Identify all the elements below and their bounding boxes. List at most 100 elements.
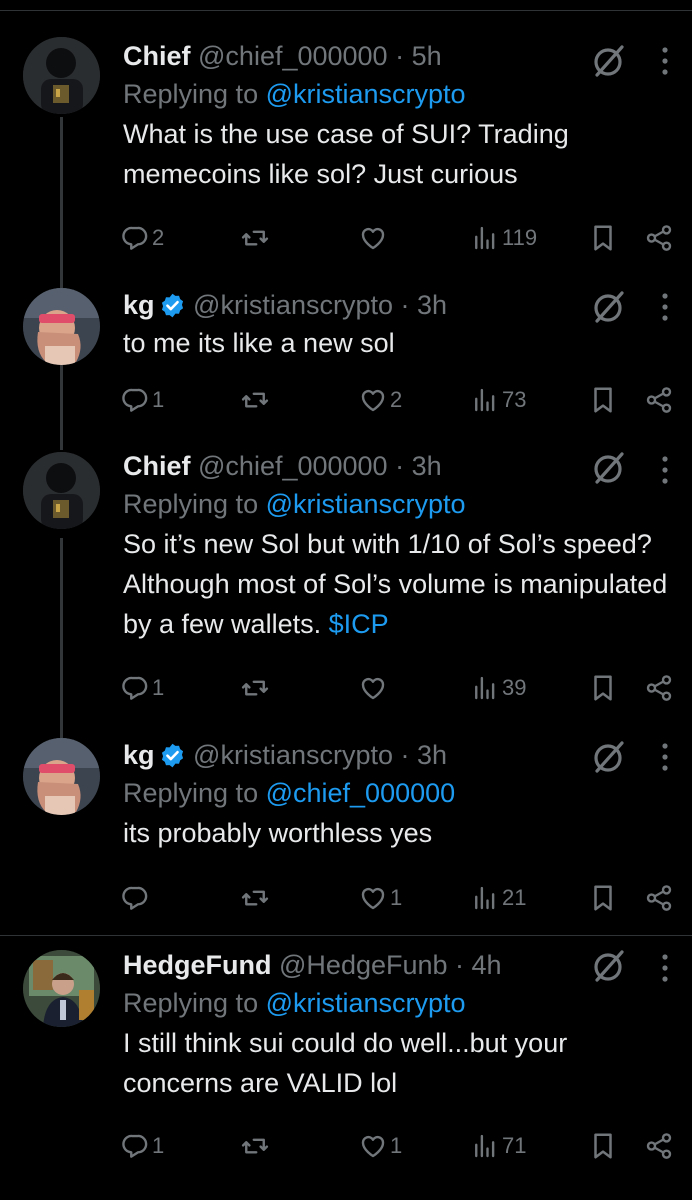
user-handle[interactable]: @chief_000000 <box>198 451 388 481</box>
views-button[interactable]: 21 <box>470 880 526 916</box>
avatar[interactable] <box>23 950 100 1027</box>
reply-icon <box>122 388 148 412</box>
display-name[interactable]: Chief <box>123 41 191 71</box>
like-icon <box>361 227 385 250</box>
tweet-header: Chief @chief_000000 · 5h <box>123 38 652 74</box>
reply-icon <box>122 1134 148 1158</box>
repost-button[interactable] <box>240 1128 272 1164</box>
share-button[interactable] <box>644 880 674 916</box>
timestamp[interactable]: 5h <box>412 41 442 71</box>
cashtag-link[interactable]: $ICP <box>329 609 389 639</box>
replying-prefix: Replying to <box>123 988 266 1018</box>
share-icon <box>646 885 672 911</box>
user-handle[interactable]: @chief_000000 <box>198 41 388 71</box>
user-handle[interactable]: @kristianscrypto <box>193 740 393 770</box>
views-count: 21 <box>502 885 527 910</box>
like-button[interactable]: 1 <box>358 1128 402 1164</box>
user-handle[interactable]: @HedgeFunb <box>279 950 448 980</box>
replying-mention[interactable]: @kristianscrypto <box>266 79 466 109</box>
timestamp[interactable]: 3h <box>412 451 442 481</box>
repost-button[interactable] <box>240 220 272 256</box>
avatar[interactable] <box>23 288 100 365</box>
views-count: 39 <box>502 675 527 700</box>
like-button[interactable]: 1 <box>358 880 402 916</box>
tweet-text: What is the use case of SUI? Trading mem… <box>123 114 643 194</box>
repost-button[interactable] <box>240 880 272 916</box>
more-icon[interactable] <box>660 46 670 76</box>
more-icon[interactable] <box>660 953 670 983</box>
share-button[interactable] <box>644 670 674 706</box>
avatar[interactable] <box>23 37 100 114</box>
tweet-actions: 1 2 73 <box>120 382 680 418</box>
reply-button[interactable]: 1 <box>120 1128 164 1164</box>
views-button[interactable]: 119 <box>470 220 537 256</box>
like-icon <box>361 389 385 412</box>
reply-count: 2 <box>152 225 165 250</box>
repost-icon <box>241 392 269 408</box>
avatar[interactable] <box>23 738 100 815</box>
display-name[interactable]: kg <box>123 290 155 320</box>
bookmark-icon <box>594 1133 612 1159</box>
reply-button[interactable]: 1 <box>120 382 164 418</box>
like-button[interactable]: 2 <box>358 382 402 418</box>
avatar[interactable] <box>23 452 100 529</box>
verified-badge-icon[interactable] <box>159 292 186 319</box>
timestamp[interactable]: 3h <box>417 290 447 320</box>
grok-icon[interactable] <box>590 947 628 985</box>
replying-to: Replying to @kristianscrypto <box>123 983 652 1023</box>
replying-mention[interactable]: @chief_000000 <box>266 778 456 808</box>
share-button[interactable] <box>644 220 674 256</box>
more-icon[interactable] <box>660 455 670 485</box>
reply-button[interactable] <box>120 880 152 916</box>
like-icon <box>361 887 385 910</box>
separator-dot: · <box>393 740 417 770</box>
share-icon <box>646 387 672 413</box>
verified-badge-icon[interactable] <box>159 742 186 769</box>
repost-button[interactable] <box>240 382 272 418</box>
grok-icon[interactable] <box>590 288 628 326</box>
timestamp[interactable]: 4h <box>472 950 502 980</box>
display-name[interactable]: Chief <box>123 451 191 481</box>
separator-dot: · <box>393 290 417 320</box>
tweet-text: to me its like a new sol <box>123 323 643 363</box>
reply-count: 1 <box>152 1133 165 1158</box>
bookmark-button[interactable] <box>588 1128 618 1164</box>
bookmark-button[interactable] <box>588 880 618 916</box>
timestamp[interactable]: 3h <box>417 740 447 770</box>
separator-dot: · <box>387 451 412 481</box>
tweet-text: its probably worthless yes <box>123 813 643 853</box>
like-button[interactable] <box>358 220 390 256</box>
replying-mention[interactable]: @kristianscrypto <box>266 489 466 519</box>
bookmark-icon <box>594 675 612 701</box>
share-button[interactable] <box>644 1128 674 1164</box>
more-icon[interactable] <box>660 742 670 772</box>
replying-mention[interactable]: @kristianscrypto <box>266 988 466 1018</box>
views-button[interactable]: 39 <box>470 670 526 706</box>
tweet-header: kg @kristianscrypto · 3h <box>123 737 652 773</box>
replying-prefix: Replying to <box>123 489 266 519</box>
repost-button[interactable] <box>240 670 272 706</box>
display-name[interactable]: kg <box>123 740 155 770</box>
user-handle[interactable]: @kristianscrypto <box>193 290 393 320</box>
views-button[interactable]: 71 <box>470 1128 526 1164</box>
bookmark-button[interactable] <box>588 670 618 706</box>
reply-count: 1 <box>152 387 165 412</box>
grok-icon[interactable] <box>590 449 628 487</box>
grok-icon[interactable] <box>590 738 628 776</box>
reply-button[interactable]: 1 <box>120 670 164 706</box>
replying-to: Replying to @kristianscrypto <box>123 484 652 524</box>
repost-icon <box>241 1138 269 1154</box>
grok-icon[interactable] <box>590 42 628 80</box>
share-button[interactable] <box>644 382 674 418</box>
bookmark-button[interactable] <box>588 382 618 418</box>
replying-to: Replying to @chief_000000 <box>123 773 652 813</box>
views-icon <box>475 1134 495 1158</box>
bookmark-button[interactable] <box>588 220 618 256</box>
display-name[interactable]: HedgeFund <box>123 950 272 980</box>
like-icon <box>361 1135 385 1158</box>
more-icon[interactable] <box>660 292 670 322</box>
reply-icon <box>122 886 148 910</box>
views-button[interactable]: 73 <box>470 382 526 418</box>
reply-button[interactable]: 2 <box>120 220 164 256</box>
like-button[interactable] <box>358 670 390 706</box>
